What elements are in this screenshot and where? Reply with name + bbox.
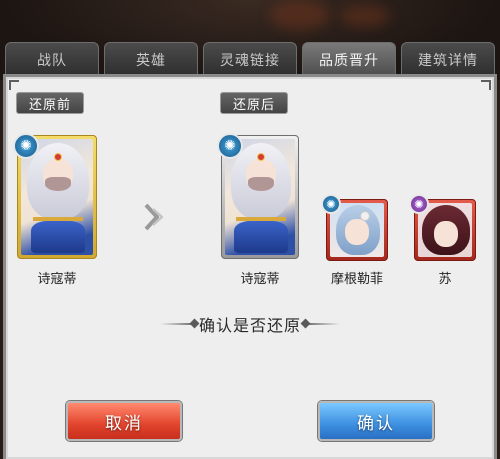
- tab-building-details[interactable]: 建筑详情: [401, 42, 495, 76]
- confirm-prompt: 确认是否还原: [198, 316, 301, 335]
- hero-name-morgan: 摩根勒菲: [330, 272, 383, 287]
- swirl-icon: ✺: [321, 194, 341, 214]
- ornament-left-icon: [160, 319, 198, 329]
- ornament-right-icon: [301, 319, 340, 329]
- tab-bar: 战队 英雄 灵魂链接 品质晋升 建筑详情: [0, 42, 500, 78]
- hero-portrait: [418, 203, 472, 257]
- hero-name-su: 苏: [438, 272, 452, 287]
- tab-soul-link[interactable]: 灵魂链接: [203, 42, 297, 76]
- swirl-icon: ✺: [409, 194, 429, 214]
- swirl-icon: ✺: [217, 133, 243, 159]
- swirl-icon: ✺: [13, 133, 39, 159]
- cancel-button[interactable]: 取消: [66, 401, 182, 441]
- tab-quality-promotion[interactable]: 品质晋升: [302, 42, 396, 76]
- confirm-prompt-row: 确认是否还原: [160, 313, 340, 335]
- tab-team[interactable]: 战队: [5, 42, 99, 76]
- tab-heroes[interactable]: 英雄: [104, 42, 198, 76]
- frame-corner: [481, 80, 491, 90]
- frame-corner: [9, 80, 19, 90]
- after-restore-label: 还原后: [220, 92, 288, 114]
- hero-name-before: 诗寇蒂: [37, 272, 77, 287]
- chevron-right-icon: [144, 203, 164, 231]
- hero-name-after: 诗寇蒂: [240, 272, 280, 287]
- hero-portrait: [330, 203, 384, 257]
- before-restore-label: 还原前: [16, 92, 84, 114]
- confirm-button[interactable]: 确认: [318, 401, 434, 441]
